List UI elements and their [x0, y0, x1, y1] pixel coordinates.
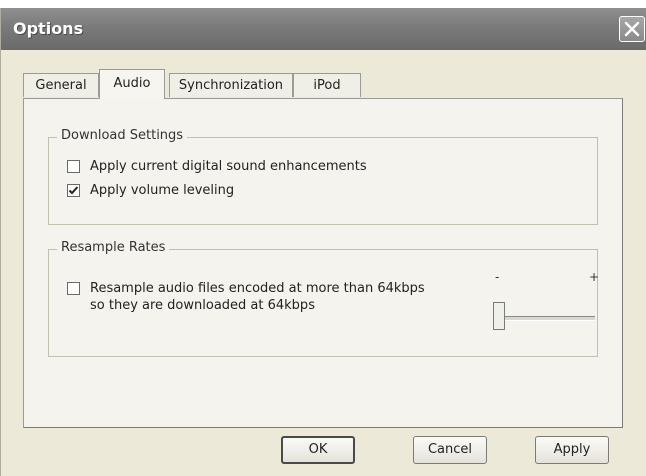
volume-leveling-option[interactable]: Apply volume leveling — [67, 182, 234, 199]
resample-label: Resample audio files encoded at more tha… — [90, 280, 425, 314]
tab-ipod[interactable]: iPod — [293, 73, 361, 97]
volume-leveling-label: Apply volume leveling — [90, 183, 235, 198]
tab-synchronization-label: Synchronization — [178, 78, 284, 93]
download-settings-title: Download Settings — [57, 128, 188, 143]
download-settings-group: Download Settings Apply current digital … — [48, 128, 598, 225]
resample-rates-title: Resample Rates — [57, 240, 170, 255]
slider-track[interactable] — [493, 316, 595, 321]
tab-synchronization[interactable]: Synchronization — [169, 73, 293, 97]
resample-checkbox[interactable] — [67, 282, 80, 295]
tab-audio[interactable]: Audio — [99, 69, 165, 99]
resample-rates-group: Resample Rates Resample audio files enco… — [48, 240, 599, 357]
close-icon — [624, 21, 640, 37]
apply-button[interactable]: Apply — [535, 436, 609, 464]
tab-ipod-label: iPod — [313, 78, 341, 93]
window-title: Options — [13, 19, 84, 38]
resample-rate-slider[interactable]: - + — [493, 270, 599, 336]
close-button[interactable] — [619, 16, 645, 42]
resample-option[interactable]: Resample audio files encoded at more tha… — [67, 280, 425, 314]
digital-sound-checkbox[interactable] — [67, 160, 80, 173]
tab-audio-label: Audio — [113, 76, 151, 91]
checkmark-icon — [68, 186, 79, 195]
tab-general-label: General — [35, 78, 87, 93]
volume-leveling-checkbox[interactable] — [67, 184, 80, 197]
ok-button[interactable]: OK — [281, 436, 355, 464]
resample-label-line2: so they are downloaded at 64kbps — [90, 298, 315, 313]
options-dialog: Options General Audio Synchronization iP… — [0, 8, 646, 476]
digital-sound-label: Apply current digital sound enhancements — [90, 159, 367, 174]
title-bar[interactable]: Options — [1, 8, 646, 50]
slider-thumb[interactable] — [493, 302, 505, 330]
tab-general[interactable]: General — [23, 73, 99, 97]
cancel-button[interactable]: Cancel — [413, 436, 487, 464]
audio-tab-panel: Download Settings Apply current digital … — [23, 98, 623, 428]
resample-label-line1: Resample audio files encoded at more tha… — [90, 281, 425, 296]
digital-sound-option[interactable]: Apply current digital sound enhancements — [67, 158, 367, 175]
slider-max-label: + — [589, 270, 600, 284]
slider-min-label: - — [495, 270, 500, 284]
